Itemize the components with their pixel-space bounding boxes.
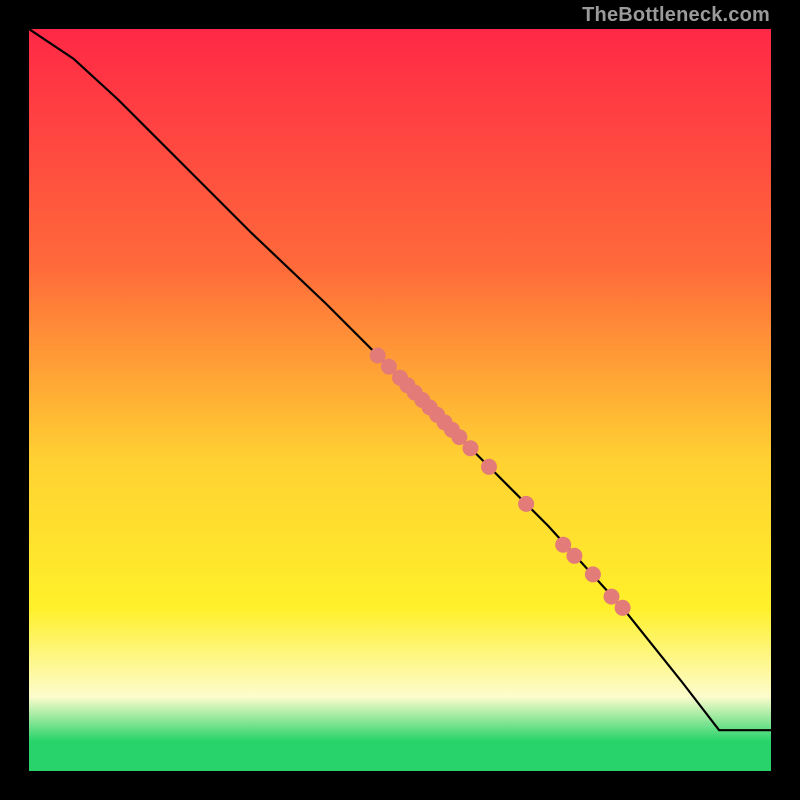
data-point xyxy=(566,548,582,564)
chart-panel xyxy=(29,29,771,771)
watermark-text: TheBottleneck.com xyxy=(582,4,770,27)
gradient-background xyxy=(29,29,771,771)
data-point xyxy=(615,600,631,616)
data-point xyxy=(518,496,534,512)
data-point xyxy=(481,459,497,475)
data-point xyxy=(585,566,601,582)
chart-svg xyxy=(29,29,771,771)
data-point xyxy=(463,440,479,456)
